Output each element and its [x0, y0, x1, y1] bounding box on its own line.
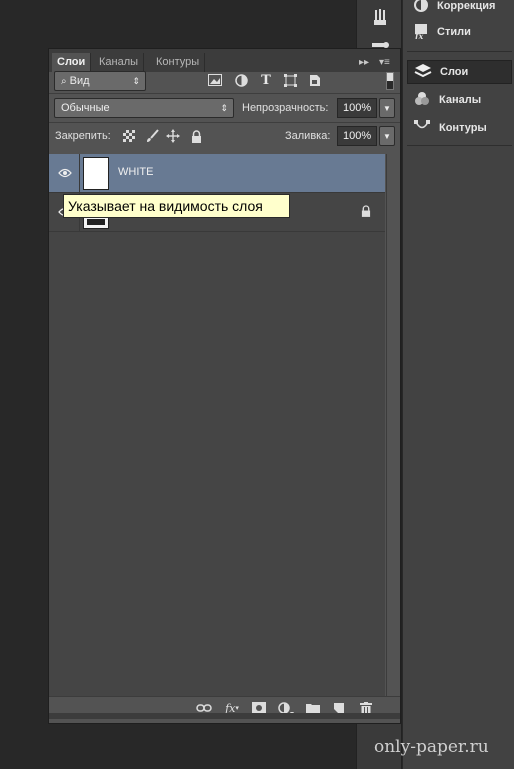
- lock-row: Закрепить: Заливка: 100% ▼: [49, 126, 400, 148]
- paths-icon: [413, 119, 431, 138]
- opacity-slider-button[interactable]: ▼: [379, 98, 395, 118]
- filter-smart-object-icon[interactable]: [306, 71, 324, 89]
- blend-mode-dropdown[interactable]: Обычные ⇕: [54, 98, 234, 118]
- lock-image-pixels-brush-icon[interactable]: [143, 127, 161, 145]
- fill-label: Заливка:: [285, 130, 331, 142]
- opacity-field[interactable]: 100%: [337, 98, 377, 118]
- layer-filter-dropdown[interactable]: ⌕ Вид ⇕: [54, 71, 146, 91]
- filter-type-icon[interactable]: T: [257, 71, 275, 89]
- lock-transparent-pixels-icon[interactable]: [120, 127, 138, 145]
- layer-visibility-eye-icon[interactable]: [55, 164, 75, 182]
- adjustments-icon: [413, 0, 429, 16]
- panel-resize-grip[interactable]: [49, 713, 400, 719]
- watermark: only-paper.ru: [374, 737, 489, 757]
- layers-list: WHITE: [49, 154, 385, 696]
- blend-row: Обычные ⇕ Непрозрачность: 100% ▼: [49, 98, 400, 120]
- layers-bottom-toolbar: fx ▾: [49, 696, 400, 719]
- search-icon: ⌕: [61, 76, 67, 87]
- visibility-tooltip: Указывает на видимость слоя: [63, 194, 290, 218]
- lock-label: Закрепить:: [55, 130, 111, 142]
- dock-separator: [407, 51, 512, 52]
- dock-separator: [407, 145, 512, 146]
- lock-all-icon[interactable]: [187, 127, 205, 145]
- dock-item-adjustments[interactable]: Коррекция: [407, 0, 512, 18]
- divider: [79, 154, 80, 193]
- dock-panel-list: Коррекция fx Стили Слои Каналы Контуры: [403, 0, 514, 769]
- filter-pixel-icon[interactable]: [206, 71, 224, 89]
- divider: [49, 93, 400, 94]
- layer-name[interactable]: WHITE: [118, 166, 153, 178]
- lock-position-move-icon[interactable]: [164, 127, 182, 145]
- channels-icon: [413, 91, 431, 110]
- tab-paths[interactable]: Контуры: [151, 53, 206, 72]
- layers-panel: Слои Каналы Контуры ▸▸ ▾≡ ⌕ Вид ⇕ T Обыч…: [48, 48, 401, 724]
- layers-icon: [414, 63, 432, 82]
- divider: [49, 122, 400, 123]
- opacity-label: Непрозрачность:: [242, 102, 329, 114]
- brush-presets-icon[interactable]: [357, 2, 403, 32]
- filter-row: ⌕ Вид ⇕ T: [49, 71, 400, 93]
- layers-scrollbar[interactable]: [386, 154, 400, 696]
- panel-tab-bar: Слои Каналы Контуры ▸▸ ▾≡: [49, 53, 400, 72]
- layer-row-white[interactable]: WHITE: [49, 154, 385, 193]
- tab-channels[interactable]: Каналы: [94, 53, 145, 72]
- fill-field[interactable]: 100%: [337, 126, 377, 146]
- filter-adjustment-icon[interactable]: [232, 71, 250, 89]
- collapse-arrows-icon[interactable]: ▸▸: [359, 53, 369, 72]
- fill-slider-button[interactable]: ▼: [379, 126, 395, 146]
- dock-item-layers[interactable]: Слои: [407, 60, 512, 84]
- updown-arrow-icon: ⇕: [132, 76, 140, 86]
- filter-toggle-switch[interactable]: [386, 72, 394, 90]
- dock-item-channels[interactable]: Каналы: [407, 88, 512, 112]
- dock-item-paths[interactable]: Контуры: [407, 116, 512, 140]
- panel-menu-icon[interactable]: ▾≡: [379, 53, 390, 72]
- fx-styles-icon: fx: [413, 23, 429, 42]
- filter-shape-icon[interactable]: [281, 71, 299, 89]
- tab-layers[interactable]: Слои: [52, 53, 92, 72]
- layer-lock-icon: [361, 205, 371, 220]
- updown-arrow-icon: ⇕: [220, 103, 228, 113]
- dock-item-styles[interactable]: fx Стили: [407, 20, 512, 44]
- layer-thumbnail: [83, 157, 109, 190]
- svg-text:fx: fx: [414, 31, 423, 39]
